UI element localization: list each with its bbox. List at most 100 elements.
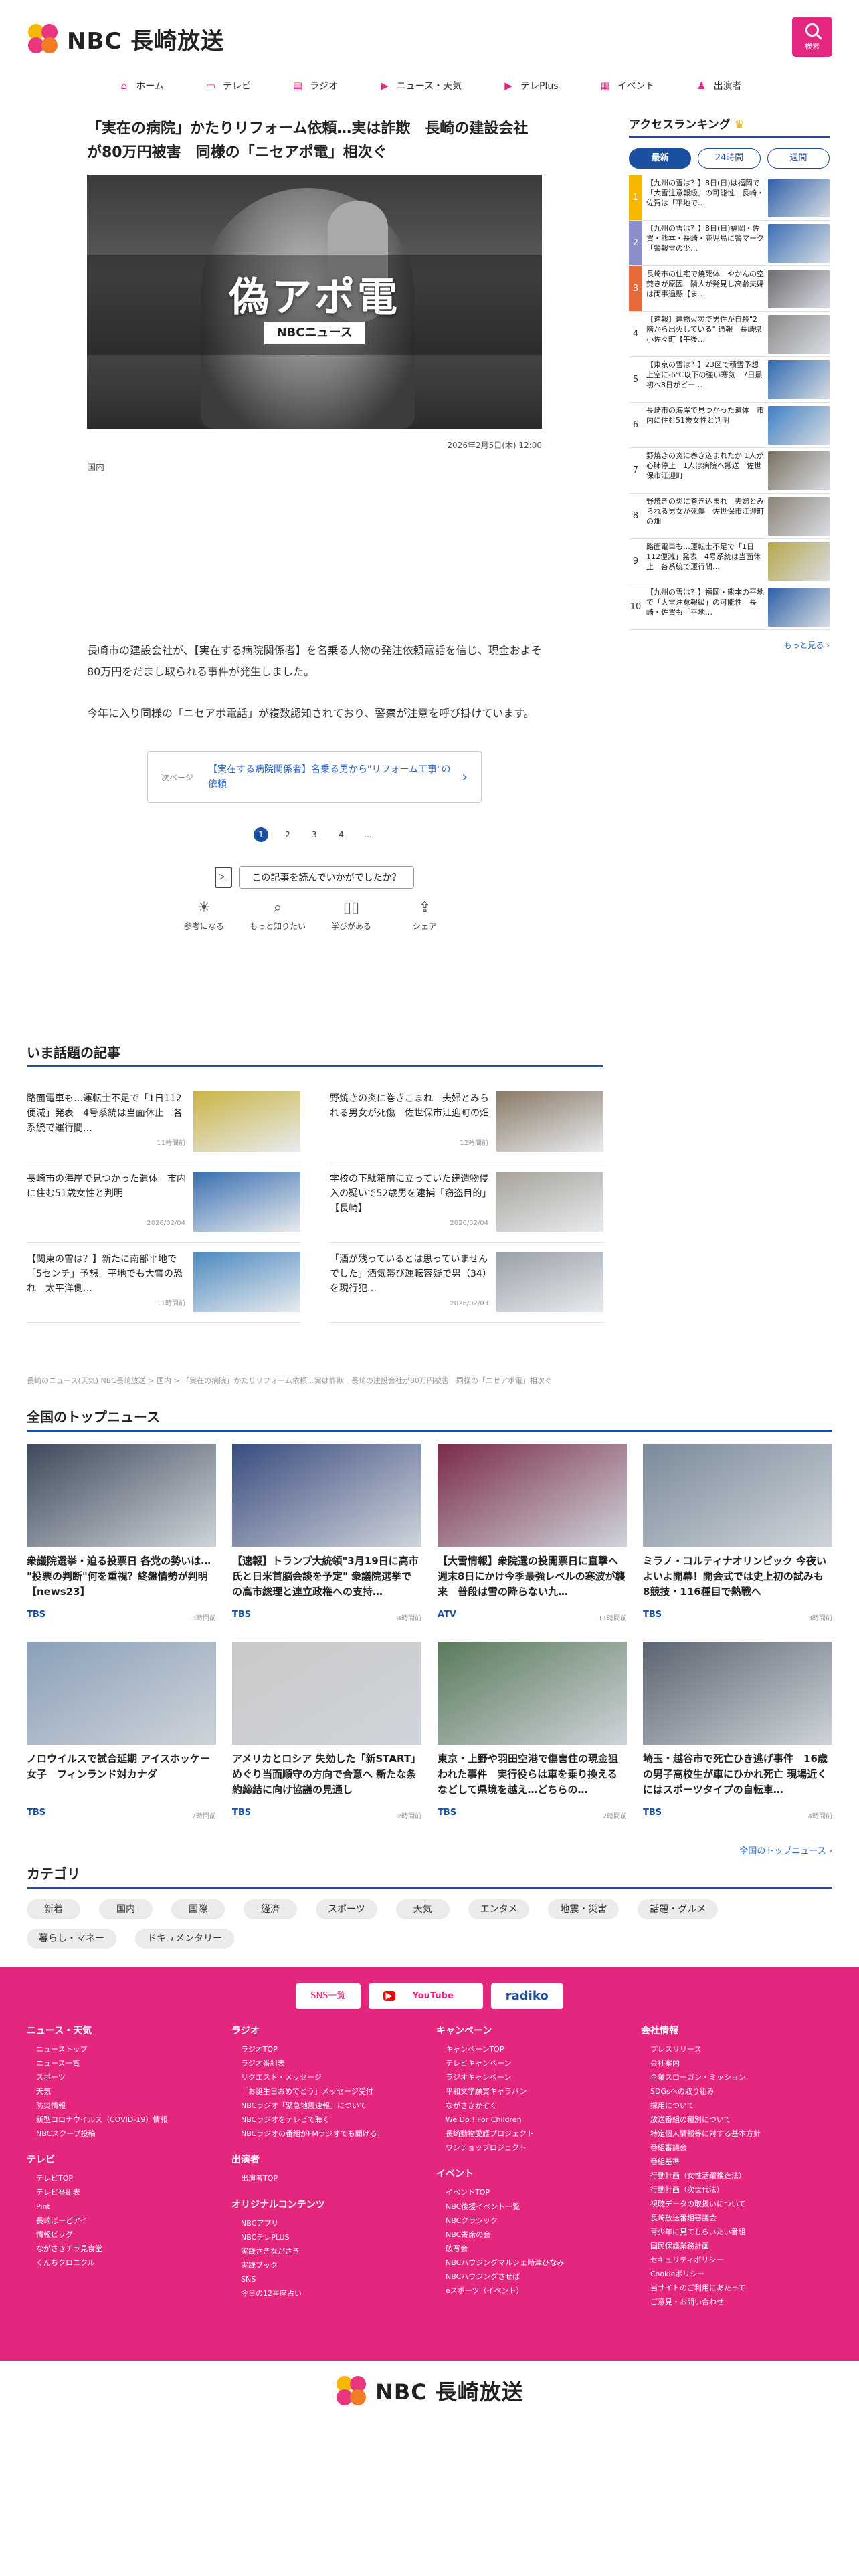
national-news-card[interactable]: 埼玉・越谷市で死亡ひき逃げ事件 16歳の男子高校生が車にひかれ死亡 現場近くには…	[643, 1642, 832, 1826]
ranking-item[interactable]: 5 【東京の雪は？】23区で積雪予想 上空に-6℃以下の強い寒気 7日最初へ8日が…	[629, 357, 830, 403]
footer-link[interactable]: 行動計画（次世代法）	[641, 2183, 832, 2197]
footer-link[interactable]: 採用について	[641, 2099, 832, 2113]
ranking-item[interactable]: 7 野焼きの炎に巻き込まれたか 1人が心肺停止 1人は病院へ搬送 佐世保市江迎町	[629, 448, 830, 494]
footer-link[interactable]: NBC寄席の会	[436, 2228, 628, 2242]
nav-item-2[interactable]: ▤ ラジオ	[271, 72, 358, 99]
category-chip[interactable]: 国内	[99, 1899, 153, 1919]
footer-link[interactable]: eスポーツ（イベント）	[436, 2284, 628, 2298]
footer-link[interactable]: 放送番組の種別について	[641, 2113, 832, 2127]
footer-link[interactable]: 実践ブック	[231, 2258, 423, 2272]
footer-link[interactable]: ラジオ番組表	[231, 2056, 423, 2070]
footer-link[interactable]: 長崎放送番組審議会	[641, 2211, 832, 2225]
topic-item[interactable]: 野焼きの炎に巻きこまれ 夫婦とみられる男女が死傷 佐世保市江迎町の畑 12時間前	[330, 1082, 603, 1162]
footer-link[interactable]: プレスリリース	[641, 2042, 832, 2056]
footer-link[interactable]: ニュース一覧	[27, 2056, 218, 2070]
national-news-card[interactable]: 【速報】トランプ大統領"3月19日に高市氏と日米首脳会談を予定" 衆議院選挙での…	[232, 1444, 421, 1628]
topic-item[interactable]: 「酒が残っているとは思っていませんでした」酒気帯び運転容疑で男（34）を現行犯……	[330, 1243, 603, 1323]
footer-link[interactable]: 長崎動物愛護プロジェクト	[436, 2127, 628, 2141]
article-category-link[interactable]: 国内	[87, 460, 104, 473]
ranking-item[interactable]: 9 路面電車も…運転士不足で「1日112便減」発表 4号系統は当面休止 各系統で運…	[629, 539, 830, 584]
footer-link[interactable]: Pint	[27, 2199, 218, 2214]
footer-link[interactable]: NBCスクープ投稿	[27, 2127, 218, 2141]
ranking-tab[interactable]: 24時間	[698, 148, 761, 169]
category-chip[interactable]: スポーツ	[316, 1899, 377, 1919]
sns-list-button[interactable]: SNS一覧	[296, 1983, 361, 2009]
footer-link[interactable]: 長崎ばーどアイ	[27, 2214, 218, 2228]
footer-link[interactable]: 破写会	[436, 2242, 628, 2256]
footer-link[interactable]: NBC後援イベント一覧	[436, 2199, 628, 2214]
national-news-card[interactable]: 【大雪情報】衆院選の投開票日に直撃へ 週末8日にかけ今季最強レベルの寒波が襲来 …	[438, 1444, 627, 1628]
nav-item-5[interactable]: ▦ イベント	[579, 72, 675, 99]
footer-link[interactable]: スポーツ	[27, 2070, 218, 2084]
footer-link[interactable]: 会社案内	[641, 2056, 832, 2070]
ranking-more-link[interactable]: もっと見る ›	[629, 639, 830, 651]
search-button[interactable]: 検索	[792, 17, 832, 57]
ranking-item[interactable]: 1 【九州の雪は？】8日(日)は福岡で「大雪注意報級」の可能性 長崎・佐賀は「平地…	[629, 175, 830, 221]
national-news-card[interactable]: ノロウイルスで試合延期 アイスホッケー女子 フィンランド対カナダ TBS 7時間前	[27, 1642, 216, 1826]
footer-link[interactable]: SNS	[231, 2272, 423, 2286]
feedback-option[interactable]: ⌕ もっと知りたい	[248, 899, 308, 932]
footer-link[interactable]: Cookieポリシー	[641, 2267, 832, 2281]
page-link[interactable]: 4	[334, 827, 349, 842]
footer-link[interactable]: ラジオTOP	[231, 2042, 423, 2056]
footer-link[interactable]: NBCラジオ「緊急地震速報」について	[231, 2099, 423, 2113]
footer-link[interactable]: テレビ番組表	[27, 2185, 218, 2199]
footer-link[interactable]: 平和文学願賞キャラバン	[436, 2084, 628, 2099]
footer-link[interactable]: イベントTOP	[436, 2185, 628, 2199]
footer-link[interactable]: くんちクロニクル	[27, 2256, 218, 2270]
page-link[interactable]: 2	[280, 827, 295, 842]
topic-item[interactable]: 学校の下駄箱前に立っていた建造物侵入の疑いで52歳男を逮捕「窃盗目的」【長崎】 2…	[330, 1162, 603, 1243]
nav-item-6[interactable]: ♟ 出演者	[675, 72, 762, 99]
youtube-button[interactable]: ▶ YouTube	[368, 1983, 483, 2009]
category-chip[interactable]: 話題・グルメ	[638, 1899, 719, 1919]
footer-logo[interactable]: NBC 長崎放送	[0, 2367, 859, 2414]
national-news-card[interactable]: アメリカとロシア 失効した「新START」めぐり当面順守の方向で合意へ 新たな条…	[232, 1642, 421, 1826]
footer-link[interactable]: 番組審議会	[641, 2141, 832, 2155]
footer-link[interactable]: ラジオキャンペーン	[436, 2070, 628, 2084]
ranking-tab[interactable]: 最新	[629, 148, 692, 169]
national-news-card[interactable]: 東京・上野や羽田空港で傷害住の現金狙われた事件 実行役らは車を乗り換えるなどして…	[438, 1642, 627, 1826]
site-logo[interactable]: NBC 長崎放送	[27, 23, 224, 55]
footer-link[interactable]: ワンチョップロジェクト	[436, 2141, 628, 2155]
footer-link[interactable]: 行動計画（女性活躍推進法）	[641, 2169, 832, 2183]
footer-link[interactable]: ニューストップ	[27, 2042, 218, 2056]
footer-link[interactable]: キャンペーンTOP	[436, 2042, 628, 2056]
category-chip[interactable]: 国際	[171, 1899, 225, 1919]
footer-link[interactable]: 番組基準	[641, 2155, 832, 2169]
feedback-option[interactable]: ▯▯ 学びがある	[321, 899, 381, 932]
footer-link[interactable]: 新型コロナウイルス（COVID-19）情報	[27, 2113, 218, 2127]
topic-item[interactable]: 路面電車も…運転士不足で「1日112便減」発表 4号系統は当面休止 各系統で運行…	[27, 1082, 300, 1162]
footer-link[interactable]: 特定個人情報等に対する基本方針	[641, 2127, 832, 2141]
footer-link[interactable]: ながさきかぞく	[436, 2099, 628, 2113]
category-chip[interactable]: エンタメ	[468, 1899, 530, 1919]
footer-link[interactable]: テレビキャンペーン	[436, 2056, 628, 2070]
footer-heading[interactable]: 出演者	[231, 2153, 423, 2166]
footer-link[interactable]: NBCラジオをテレビで聴く	[231, 2113, 423, 2127]
ranking-item[interactable]: 6 長崎市の海岸で見つかった遺体 市内に住む51歳女性と判明	[629, 403, 830, 448]
category-chip[interactable]: 新着	[27, 1899, 80, 1919]
radiko-button[interactable]: radiko	[490, 1983, 563, 2009]
footer-link[interactable]: NBCラジオの番組がFMラジオでも聞ける！	[231, 2127, 423, 2141]
nav-item-4[interactable]: ▶ テレPlus	[482, 72, 579, 99]
nav-item-3[interactable]: ▶ ニュース・天気	[358, 72, 482, 99]
footer-heading[interactable]: ニュース・天気	[27, 2024, 218, 2037]
ranking-tab[interactable]: 週間	[767, 148, 830, 169]
page-link[interactable]: 1	[254, 827, 268, 842]
footer-link[interactable]: SDGsへの取り組み	[641, 2084, 832, 2099]
national-news-card[interactable]: ミラノ・コルティナオリンピック 今夜いよいよ開幕！開会式では史上初の試みも 8競…	[643, 1444, 832, 1628]
footer-link[interactable]: 情報ビッグ	[27, 2228, 218, 2242]
topic-item[interactable]: 長崎市の海岸で見つかった遺体 市内に住む51歳女性と判明 2026/02/04	[27, 1162, 300, 1243]
footer-link[interactable]: NBCテレPLUS	[231, 2230, 423, 2244]
footer-link[interactable]: We Do ! For Children	[436, 2113, 628, 2127]
footer-link[interactable]: 天気	[27, 2084, 218, 2099]
footer-link[interactable]: NBCハウジングマルシェ時津ひなみ	[436, 2256, 628, 2270]
ranking-item[interactable]: 8 野焼きの炎に巻き込まれ 夫婦とみられる男女が死傷 佐世保市江迎町の畑	[629, 494, 830, 539]
category-chip[interactable]: 地震・災害	[548, 1899, 619, 1919]
footer-link[interactable]: 実践さきながさき	[231, 2244, 423, 2258]
footer-heading[interactable]: 会社情報	[641, 2024, 832, 2037]
page-link[interactable]: …	[361, 827, 375, 842]
footer-link[interactable]: 当サイトのご利用にあたって	[641, 2281, 832, 2295]
footer-link[interactable]: 「お誕生日おめでとう」メッセージ受付	[231, 2084, 423, 2099]
footer-link[interactable]: 国民保護業務計画	[641, 2239, 832, 2253]
next-page-link[interactable]: 次ページ 【実在する病院関係者】名乗る男から"リフォーム工事"の依頼 ›	[147, 751, 482, 803]
